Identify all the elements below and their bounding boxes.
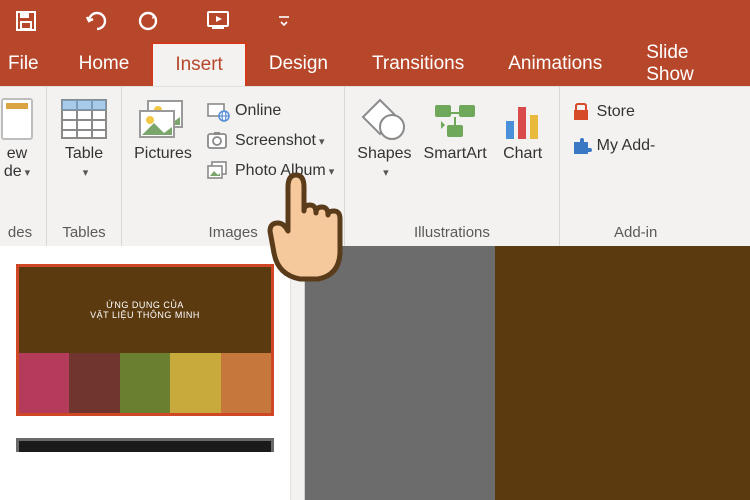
group-addins-label: Add-in [614,218,659,246]
new-slide-button[interactable]: ew de▾ [0,93,40,186]
screenshot-label: Screenshot [235,132,316,150]
my-addins-button[interactable]: My Add- [566,133,660,159]
tab-insert[interactable]: Insert [151,42,247,86]
slide-thumbnails-pane: ỨNG DỤNG CỦA VẬT LIỆU THÔNG MINH ▲ [0,246,305,500]
thumbnail-title-line1: ỨNG DỤNG CỦA [106,300,184,310]
tab-animations[interactable]: Animations [486,42,624,86]
stripe-3 [120,353,170,413]
pictures-button[interactable]: Pictures [128,93,198,167]
online-pictures-label: Online [235,102,281,120]
store-icon [570,102,592,122]
slide-editor [305,246,750,500]
thumbnail-title-area: ỨNG DỤNG CỦA VẬT LIỆU THÔNG MINH [19,267,271,353]
stripe-1 [19,353,69,413]
shapes-button[interactable]: Shapes▾ [351,93,417,186]
redo-icon[interactable] [130,3,166,39]
workspace: ỨNG DỤNG CỦA VẬT LIỆU THÔNG MINH ▲ [0,246,750,500]
group-images: Pictures Online Screenshot▾ Photo Album▾ [122,87,345,246]
photo-album-icon [206,160,230,182]
tab-design[interactable]: Design [247,42,350,86]
store-button[interactable]: Store [566,99,660,125]
stripe-2 [69,353,119,413]
screenshot-icon [206,130,230,152]
group-slides: ew de▾ des [0,87,47,246]
thumbnails-scrollbar[interactable]: ▲ [290,246,304,500]
table-label: Table [65,145,103,162]
table-button[interactable]: Table▾ [53,93,115,186]
qat-more-icon[interactable] [274,3,294,39]
tab-home[interactable]: Home [57,42,152,86]
pictures-label: Pictures [134,145,192,163]
photo-album-button[interactable]: Photo Album▾ [202,157,338,185]
my-addins-label: My Add- [597,137,656,155]
save-icon[interactable] [8,3,44,39]
new-slide-label: ew de [4,145,27,180]
scroll-up-icon[interactable]: ▲ [291,246,304,268]
group-tables: Table▾ Tables [47,87,122,246]
undo-icon[interactable] [80,3,116,39]
thumbnail-title-line2: VẬT LIỆU THÔNG MINH [90,310,200,320]
tab-transitions[interactable]: Transitions [350,42,486,86]
online-pictures-button[interactable]: Online [202,97,338,125]
quick-access-toolbar [0,0,750,42]
chart-label: Chart [503,145,542,163]
shapes-label: Shapes [357,145,411,162]
group-slides-label: des [8,218,32,246]
slide-canvas[interactable] [495,246,750,500]
online-pictures-icon [206,100,230,122]
ribbon: ew de▾ des Table▾ Tables Pictures [0,86,750,246]
present-from-start-icon[interactable] [202,3,238,39]
group-illustrations-label: Illustrations [414,218,490,246]
store-label: Store [597,103,635,121]
smartart-label: SmartArt [424,145,487,163]
tab-slideshow[interactable]: Slide Show [624,42,750,86]
tab-file[interactable]: File [0,42,57,86]
addins-icon [570,136,592,156]
slide-thumbnail-2[interactable] [16,438,274,452]
slide-thumbnail-1[interactable]: ỨNG DỤNG CỦA VẬT LIỆU THÔNG MINH [16,264,274,416]
group-addins: Store My Add- Add-in [560,87,666,246]
thumbnail-stripes [19,353,271,413]
smartart-button[interactable]: SmartArt [418,93,493,167]
photo-album-label: Photo Album [235,162,326,180]
group-illustrations: Shapes▾ SmartArt Chart Illustrations [345,87,559,246]
chart-button[interactable]: Chart [493,93,553,167]
stripe-5 [221,353,271,413]
screenshot-button[interactable]: Screenshot▾ [202,127,338,155]
group-images-label: Images [209,218,258,246]
stripe-4 [170,353,220,413]
ribbon-tabs: File Home Insert Design Transitions Anim… [0,42,750,86]
group-tables-label: Tables [62,218,105,246]
